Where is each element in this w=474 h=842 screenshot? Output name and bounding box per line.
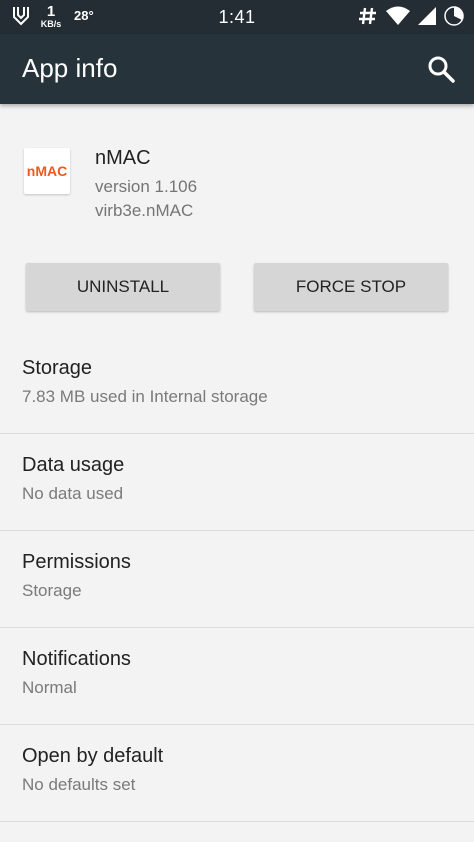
app-icon: nMAC (24, 148, 70, 194)
search-icon (426, 56, 456, 88)
list-item-title: Data usage (22, 454, 125, 476)
settings-list: Storage 7.83 MB used in Internal storage… (0, 337, 474, 822)
hash-icon (358, 6, 378, 26)
list-item-storage[interactable]: Storage 7.83 MB used in Internal storage (0, 337, 474, 434)
battery-icon (444, 6, 464, 26)
list-item-notifications[interactable]: Notifications Normal (0, 628, 474, 725)
list-item-title: Notifications (22, 648, 131, 670)
status-right (358, 6, 464, 26)
list-item-subtitle: Storage (22, 581, 82, 600)
list-item-subtitle: No defaults set (22, 775, 136, 794)
app-header: nMAC nMAC version 1.106 virb3e.nMAC (0, 104, 474, 254)
list-item-subtitle: 7.83 MB used in Internal storage (22, 387, 268, 406)
app-icon-text: nMAC (26, 163, 68, 179)
content: nMAC nMAC version 1.106 virb3e.nMAC UNIN… (0, 104, 474, 822)
app-package: virb3e.nMAC (95, 201, 194, 220)
cell-signal-icon (418, 7, 436, 25)
app-version: version 1.106 (95, 177, 198, 196)
status-bar: 1 KB/s 28° 1:41 (0, 0, 474, 34)
list-item-subtitle: No data used (22, 484, 124, 503)
list-item-title: Permissions (22, 551, 131, 573)
list-item-permissions[interactable]: Permissions Storage (0, 531, 474, 628)
list-item-data-usage[interactable]: Data usage No data used (0, 434, 474, 531)
app-bar: App info (0, 34, 474, 104)
page-title: App info (22, 53, 118, 83)
list-item-title: Open by default (22, 745, 164, 767)
list-item-title: Storage (22, 357, 93, 379)
list-item-open-by-default[interactable]: Open by default No defaults set (0, 725, 474, 822)
app-name: nMAC (95, 147, 151, 169)
list-item-subtitle: Normal (22, 678, 77, 697)
uninstall-button[interactable]: UNINSTALL (26, 263, 220, 311)
search-button[interactable] (426, 54, 456, 84)
force-stop-button[interactable]: FORCE STOP (254, 263, 448, 311)
wifi-icon (386, 6, 410, 26)
